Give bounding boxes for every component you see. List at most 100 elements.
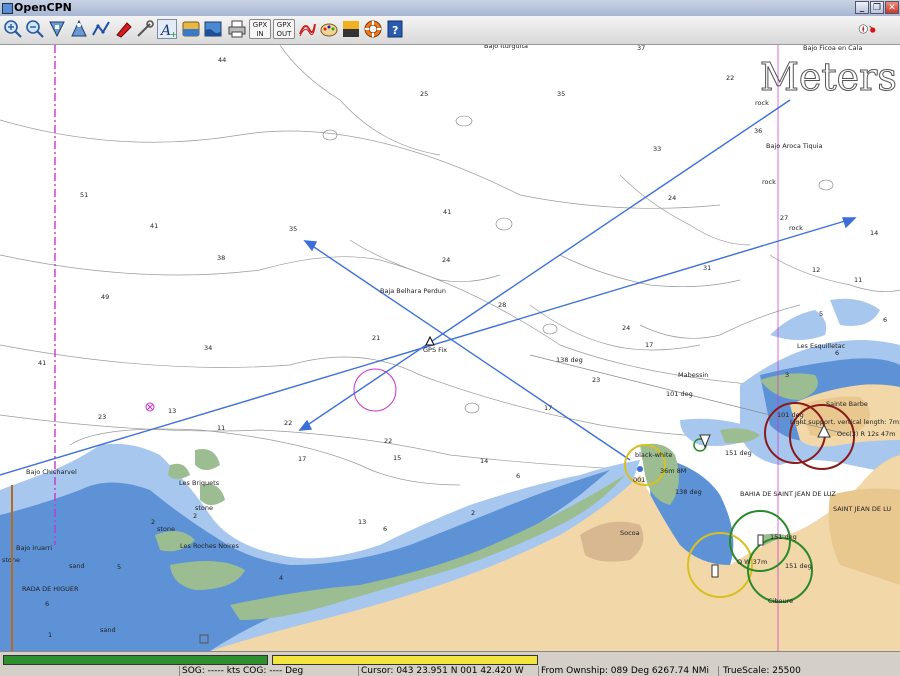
place-label: Ciboure <box>768 597 793 605</box>
sounding: 38 <box>217 254 225 262</box>
place-label: BAHIA DE SAINT JEAN DE LUZ <box>740 490 836 498</box>
svg-text:?: ? <box>392 24 398 37</box>
settings-button[interactable] <box>135 19 155 39</box>
scale-out-button[interactable] <box>69 19 89 39</box>
place-label: Les Briquets <box>179 479 220 487</box>
sounding: 1 <box>48 631 52 639</box>
sounding: 22 <box>384 437 392 445</box>
sounding: 28 <box>498 301 506 309</box>
sounding: 14 <box>870 229 878 237</box>
sounding: 25 <box>420 90 428 98</box>
place-label: Bajo Ficoa en Cala <box>803 45 862 52</box>
sounding: 17 <box>645 341 653 349</box>
follow-boat-button[interactable] <box>113 19 133 39</box>
gpx-import-label: GPX <box>252 21 268 29</box>
sounding: 34 <box>204 344 212 352</box>
sounding: 35 <box>557 90 565 98</box>
units-watermark: Meters <box>760 55 897 99</box>
sun-icon <box>343 21 359 37</box>
brightness-button[interactable] <box>341 19 361 39</box>
place-label: rock <box>755 99 769 107</box>
sounding: 17 <box>298 455 306 463</box>
zoom-in-button[interactable] <box>3 19 23 39</box>
sounding: 36 <box>754 127 762 135</box>
sounding: 24 <box>668 194 676 202</box>
place-label: 001 <box>633 476 645 484</box>
gpx-export-button[interactable]: GPX OUT <box>273 19 295 39</box>
place-label: sand <box>69 562 85 570</box>
place-label: sand <box>100 626 116 634</box>
sounding: 11 <box>217 424 225 432</box>
place-label: 151 deg <box>785 562 812 570</box>
tide-button[interactable] <box>203 19 223 39</box>
sounding: 23 <box>592 376 600 384</box>
current-button[interactable] <box>181 19 201 39</box>
sounding: 31 <box>703 264 711 272</box>
place-label: stone <box>157 525 175 533</box>
place-label: Socoa <box>620 529 640 537</box>
place-label: black-white <box>635 451 672 459</box>
progress-bar-right <box>272 655 538 665</box>
help-icon: ? <box>387 20 403 38</box>
app-icon <box>2 3 13 14</box>
title-bar: OpenCPN _ ❐ ✕ <box>0 0 900 16</box>
sounding: 41 <box>443 208 451 216</box>
ais-alert-button[interactable] <box>858 19 896 39</box>
scale-in-icon <box>49 21 65 38</box>
colour-scheme-button[interactable] <box>319 19 339 39</box>
place-label: stone <box>195 504 213 512</box>
sounding: 6 <box>45 600 49 608</box>
gpx-export-label: GPX <box>276 21 292 29</box>
gpx-export-sublabel: OUT <box>276 30 292 38</box>
print-icon <box>228 20 246 38</box>
gpx-import-button[interactable]: GPX IN <box>249 19 271 39</box>
sounding: 51 <box>80 191 88 199</box>
sounding: 6 <box>835 349 839 357</box>
place-label: Q W 37m <box>737 558 767 566</box>
route-icon <box>92 21 110 36</box>
sounding: 13 <box>168 407 176 415</box>
sounding: 5 <box>117 563 121 571</box>
place-label: Bajo Chicharvel <box>26 468 77 476</box>
place-label: Bajo Aroca Tiquia <box>766 142 822 150</box>
text-icon: A+ <box>159 23 177 39</box>
sounding: 6 <box>516 472 520 480</box>
sounding: 13 <box>358 518 366 526</box>
restore-button[interactable]: ❐ <box>870 1 884 14</box>
sounding: 2 <box>193 512 197 520</box>
place-label: Bajo Iturguita <box>484 45 528 50</box>
zoom-out-icon <box>26 20 44 38</box>
sounding: 2 <box>471 509 475 517</box>
route-button[interactable] <box>91 19 111 39</box>
toolbar: A + GPX IN GPX OUT ? <box>0 16 900 45</box>
sounding: 24 <box>622 324 630 332</box>
progress-bar-left <box>3 655 268 665</box>
close-button[interactable]: ✕ <box>885 1 899 14</box>
sounding: 22 <box>726 74 734 82</box>
text-button[interactable]: A + <box>157 19 177 39</box>
status-bar: SOG: ----- kts COG: ---- Deg Cursor: 043… <box>0 651 900 676</box>
mob-button[interactable] <box>363 19 383 39</box>
sounding: 2 <box>151 518 155 526</box>
zoom-out-button[interactable] <box>25 19 45 39</box>
scale-in-button[interactable] <box>47 19 67 39</box>
sounding: 41 <box>150 222 158 230</box>
sounding: 3 <box>785 371 789 379</box>
print-button[interactable] <box>227 19 247 39</box>
window-title: OpenCPN <box>14 1 72 14</box>
sounding: 12 <box>812 266 820 274</box>
current-icon <box>182 21 200 37</box>
chart-canvas[interactable]: Bajo Iturguita Bajo Ficoa en Cala Bajo A… <box>0 45 900 651</box>
place-label: Bajo Iruarri <box>16 544 52 552</box>
sounding: 27 <box>780 214 788 222</box>
gpx-import-sublabel: IN <box>256 30 264 38</box>
place-label: 138 deg <box>675 488 702 496</box>
track-button[interactable] <box>297 19 317 39</box>
place-label: 151 deg <box>770 533 797 541</box>
minimize-button[interactable]: _ <box>855 1 869 14</box>
sounding: 37 <box>637 45 645 52</box>
sounding: 41 <box>38 359 46 367</box>
follow-boat-icon <box>116 22 132 38</box>
sounding: 6 <box>883 316 887 324</box>
help-button[interactable]: ? <box>385 19 405 39</box>
